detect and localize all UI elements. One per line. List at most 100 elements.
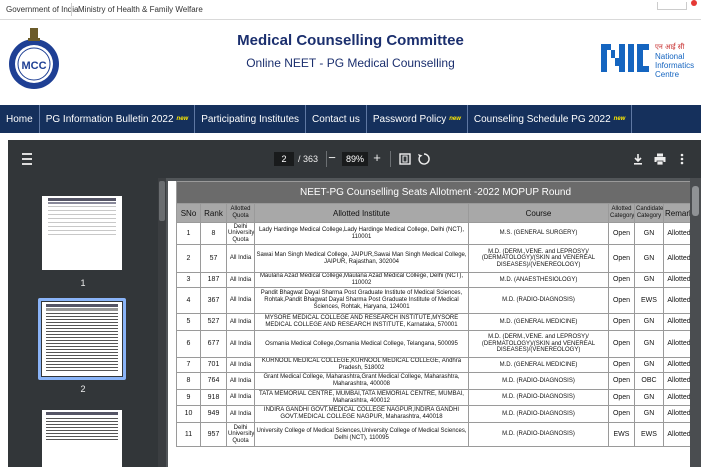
table-cell: 10 <box>176 405 201 423</box>
column-header: Rank <box>200 203 227 223</box>
nav-item-counseling-schedule-pg-2022[interactable]: Counseling Schedule PG 2022 new <box>468 105 633 133</box>
table-cell: Open <box>608 389 635 406</box>
table-cell: All India <box>226 389 255 406</box>
nav-item-home[interactable]: Home <box>0 105 40 133</box>
print-icon[interactable] <box>653 152 667 166</box>
table-cell: OBC <box>634 372 664 390</box>
document-scrollbar[interactable] <box>690 178 701 467</box>
table-row: 8 764 All India Grant Medical College, Maha… <box>176 372 696 390</box>
table-cell: Open <box>608 287 635 314</box>
table-cell: M.D. (RADIO-DIAGNOSIS) <box>468 372 609 390</box>
nav-item-contact-us[interactable]: Contact us <box>306 105 367 133</box>
nic-line3: Centre <box>655 70 680 79</box>
table-cell: INDIRA GANDHI GOVT.MEDICAL COLLEGE NAGPU… <box>254 405 469 423</box>
nav-item-participating-institutes[interactable]: Participating Institutes <box>195 105 307 133</box>
sidebar-scrollbar[interactable] <box>158 178 166 467</box>
nav-item-pg-information-bulletin-2022[interactable]: PG Information Bulletin 2022 new <box>40 105 196 133</box>
table-row: 2 57 All India Sawai Man Singh Medical Coll… <box>176 244 696 273</box>
table-cell: M.S. (GENERAL SURGERY) <box>468 222 609 245</box>
table-cell: All India <box>226 357 255 373</box>
table-cell: 918 <box>200 389 227 406</box>
table-cell: M.D. (DERM.,VENE. and LEPROSY)/ (DERMATO… <box>468 244 609 273</box>
table-cell: All India <box>226 330 255 358</box>
table-caption-row: NEET-PG Counselling Seats Allotment -202… <box>175 181 696 204</box>
table-header-row: SNo Rank Allotted Quota Allotted Institute C… <box>176 203 696 223</box>
table-cell: Maulana Azad Medical College,Maulana Aza… <box>254 272 469 288</box>
nav-item-password-policy[interactable]: Password Policy new <box>367 105 468 133</box>
table-cell: Lady Hardinge Medical College,Lady Hardi… <box>254 222 469 245</box>
table-cell: 187 <box>200 272 227 288</box>
column-header: Allotted Category <box>608 203 635 223</box>
nav-item-label: Participating Institutes <box>201 113 300 125</box>
table-cell: 2 <box>176 244 201 273</box>
zoom-out-button[interactable]: − <box>325 150 339 166</box>
zoom-in-button[interactable]: + <box>370 150 384 166</box>
table-cell: EWS <box>608 422 635 447</box>
column-header: Allotted Quota <box>226 203 255 223</box>
column-header: SNo <box>176 203 201 223</box>
table-cell: All India <box>226 272 255 288</box>
nic-line1: National <box>655 52 685 61</box>
table-caption: NEET-PG Counselling Seats Allotment -202… <box>175 181 696 204</box>
table-cell: Open <box>608 222 635 245</box>
zoom-input[interactable]: 89% <box>342 152 368 166</box>
table-cell: Open <box>608 244 635 273</box>
page-number-input[interactable]: 2 <box>274 152 294 166</box>
main-nav: Home PG Information Bulletin 2022 new Parti… <box>0 105 701 133</box>
table-row: 6 677 All India Osmania Medical College,Osm… <box>176 330 696 358</box>
thumbnail-2-preview <box>46 304 118 371</box>
table-cell: M.D. (ANAESTHESIOLOGY) <box>468 272 609 288</box>
table-row: 11 957 Delhi University Quota University Co… <box>176 422 696 447</box>
table-cell: M.D. (GENERAL MEDICINE) <box>468 313 609 331</box>
fit-page-icon[interactable] <box>398 152 412 166</box>
document-page: NEET-PG Counselling Seats Allotment -202… <box>168 181 696 467</box>
table-cell: Open <box>608 330 635 358</box>
rotate-icon[interactable] <box>417 152 431 166</box>
column-header: Course <box>468 203 609 223</box>
thumbnail-page-1[interactable] <box>42 196 122 270</box>
thumbnail-page-3[interactable] <box>42 410 122 467</box>
table-cell: M.D. (RADIO-DIAGNOSIS) <box>468 389 609 406</box>
table-cell: Osmania Medical College,Osmania Medical … <box>254 330 469 358</box>
table-cell: 6 <box>176 330 201 358</box>
thumbnail-1-preview <box>48 198 116 235</box>
table-cell: GN <box>634 272 664 288</box>
nic-line2: Informatics <box>655 61 694 70</box>
nav-item-label: Counseling Schedule PG 2022 <box>473 113 611 125</box>
table-cell: Open <box>608 405 635 423</box>
table-cell: 367 <box>200 287 227 314</box>
menu-icon[interactable] <box>22 153 32 165</box>
table-row: 5 527 All India MYSORE MEDICAL COLLEGE AND … <box>176 313 696 331</box>
new-badge-icon: new <box>176 116 189 122</box>
pdf-viewer: 2 / 363 − 89% + 1 2 NEET-PG Counselling … <box>8 140 701 467</box>
table-cell: GN <box>634 244 664 273</box>
top-right-control[interactable] <box>657 2 687 10</box>
table-cell: M.D. (RADIO-DIAGNOSIS) <box>468 405 609 423</box>
page-root: Government of India Ministry of Health &… <box>0 0 701 467</box>
column-header: Candidate Category <box>634 203 664 223</box>
more-options-icon[interactable] <box>675 152 689 166</box>
table-cell: EWS <box>634 287 664 314</box>
page-subtitle: Online NEET - PG Medical Counselling <box>246 56 455 70</box>
table-row: 7 701 All India KURNOOL MEDICAL COLLEGE,KUR… <box>176 357 696 373</box>
table-cell: M.D. (RADIO-DIAGNOSIS) <box>468 422 609 447</box>
table-cell: 764 <box>200 372 227 390</box>
new-badge-icon: new <box>613 116 626 122</box>
ministry-link[interactable]: Ministry of Health & Family Welfare <box>78 5 203 14</box>
thumbnail-3-preview <box>46 412 118 440</box>
download-icon[interactable] <box>631 152 645 166</box>
table-cell: TATA MEMORIAL CENTRE, MUMBAI,TATA MEMORI… <box>254 389 469 406</box>
table-cell: 7 <box>176 357 201 373</box>
table-cell: Open <box>608 357 635 373</box>
table-cell: 9 <box>176 389 201 406</box>
nav-item-label: PG Information Bulletin 2022 <box>45 113 174 125</box>
table-cell: 677 <box>200 330 227 358</box>
table-cell: M.D. (DERM.,VENE. and LEPROSY)/ (DERMATO… <box>468 330 609 358</box>
document-area: NEET-PG Counselling Seats Allotment -202… <box>166 178 701 467</box>
nic-logo-icon: एन आई सी National Informatics Centre <box>601 42 694 79</box>
table-cell: 949 <box>200 405 227 423</box>
table-cell: Open <box>608 313 635 331</box>
gov-of-india-link[interactable]: Government of India <box>6 5 78 14</box>
table-cell: 8 <box>200 222 227 245</box>
thumbnail-page-2[interactable] <box>42 302 122 376</box>
